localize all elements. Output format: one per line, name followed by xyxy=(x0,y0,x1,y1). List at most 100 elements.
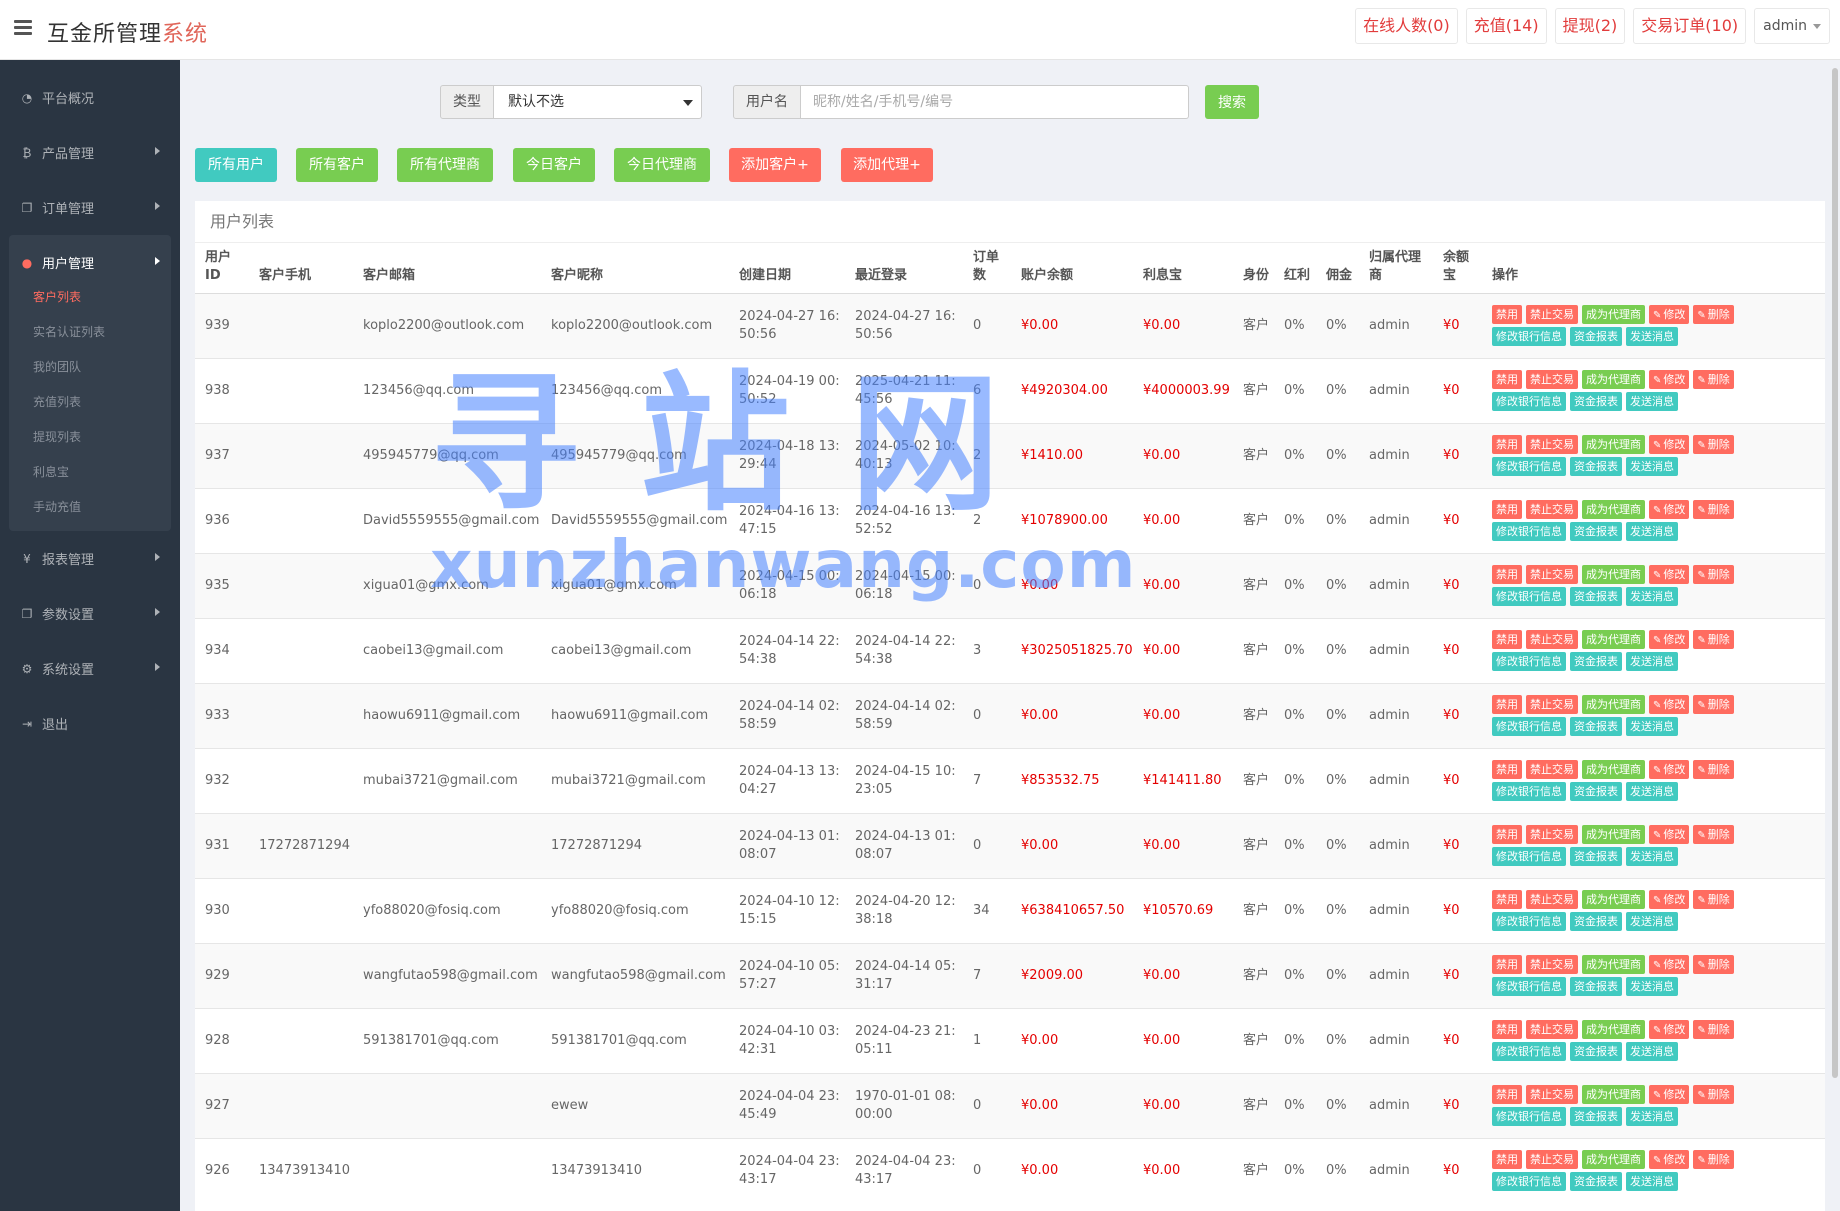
fund-report-button[interactable]: 资金报表 xyxy=(1570,522,1622,541)
disable-button[interactable]: 禁用 xyxy=(1492,955,1522,974)
disable-button[interactable]: 禁用 xyxy=(1492,890,1522,909)
fund-report-button[interactable]: 资金报表 xyxy=(1570,327,1622,346)
send-message-button[interactable]: 发送消息 xyxy=(1626,717,1678,736)
delete-button[interactable]: ✎ 删除 xyxy=(1693,1085,1734,1104)
edit-button[interactable]: ✎ 修改 xyxy=(1649,695,1690,714)
scrollbar[interactable] xyxy=(1830,60,1840,1211)
make-agent-button[interactable]: 成为代理商 xyxy=(1582,760,1645,779)
edit-bank-button[interactable]: 修改银行信息 xyxy=(1492,782,1566,801)
fund-report-button[interactable]: 资金报表 xyxy=(1570,392,1622,411)
sidebar-item-realname-list[interactable]: 实名认证列表 xyxy=(9,315,171,350)
ban-trade-button[interactable]: 禁止交易 xyxy=(1526,955,1578,974)
edit-bank-button[interactable]: 修改银行信息 xyxy=(1492,1172,1566,1192)
delete-button[interactable]: ✎ 删除 xyxy=(1693,760,1734,779)
edit-button[interactable]: ✎ 修改 xyxy=(1649,500,1690,519)
all-users-button[interactable]: 所有用户 xyxy=(195,148,277,182)
make-agent-button[interactable]: 成为代理商 xyxy=(1582,1020,1645,1039)
send-message-button[interactable]: 发送消息 xyxy=(1626,327,1678,346)
fund-report-button[interactable]: 资金报表 xyxy=(1570,717,1622,736)
send-message-button[interactable]: 发送消息 xyxy=(1626,782,1678,801)
sidebar-item-manual-recharge[interactable]: 手动充值 xyxy=(9,490,171,525)
make-agent-button[interactable]: 成为代理商 xyxy=(1582,565,1645,584)
disable-button[interactable]: 禁用 xyxy=(1492,305,1522,324)
disable-button[interactable]: 禁用 xyxy=(1492,435,1522,454)
ban-trade-button[interactable]: 禁止交易 xyxy=(1526,435,1578,454)
nav-params[interactable]: ❐ 参数设置 xyxy=(0,586,180,641)
delete-button[interactable]: ✎ 删除 xyxy=(1693,955,1734,974)
edit-button[interactable]: ✎ 修改 xyxy=(1649,955,1690,974)
ban-trade-button[interactable]: 禁止交易 xyxy=(1526,760,1578,779)
make-agent-button[interactable]: 成为代理商 xyxy=(1582,1150,1645,1170)
edit-bank-button[interactable]: 修改银行信息 xyxy=(1492,652,1566,671)
fund-report-button[interactable]: 资金报表 xyxy=(1570,652,1622,671)
delete-button[interactable]: ✎ 删除 xyxy=(1693,305,1734,324)
edit-bank-button[interactable]: 修改银行信息 xyxy=(1492,847,1566,866)
delete-button[interactable]: ✎ 删除 xyxy=(1693,500,1734,519)
fund-report-button[interactable]: 资金报表 xyxy=(1570,1172,1622,1192)
delete-button[interactable]: ✎ 删除 xyxy=(1693,565,1734,584)
make-agent-button[interactable]: 成为代理商 xyxy=(1582,370,1645,389)
edit-button[interactable]: ✎ 修改 xyxy=(1649,890,1690,909)
make-agent-button[interactable]: 成为代理商 xyxy=(1582,890,1645,909)
add-agent-button[interactable]: 添加代理+ xyxy=(841,148,933,182)
delete-button[interactable]: ✎ 删除 xyxy=(1693,370,1734,389)
today-agents-button[interactable]: 今日代理商 xyxy=(614,148,710,182)
send-message-button[interactable]: 发送消息 xyxy=(1626,652,1678,671)
edit-bank-button[interactable]: 修改银行信息 xyxy=(1492,1042,1566,1061)
disable-button[interactable]: 禁用 xyxy=(1492,1020,1522,1039)
edit-button[interactable]: ✎ 修改 xyxy=(1649,370,1690,389)
send-message-button[interactable]: 发送消息 xyxy=(1626,977,1678,996)
edit-button[interactable]: ✎ 修改 xyxy=(1649,565,1690,584)
nav-users[interactable]: ● 用户管理 xyxy=(9,235,171,290)
make-agent-button[interactable]: 成为代理商 xyxy=(1582,630,1645,649)
fund-report-button[interactable]: 资金报表 xyxy=(1570,1107,1622,1126)
send-message-button[interactable]: 发送消息 xyxy=(1626,1172,1678,1192)
disable-button[interactable]: 禁用 xyxy=(1492,565,1522,584)
edit-button[interactable]: ✎ 修改 xyxy=(1649,1020,1690,1039)
ban-trade-button[interactable]: 禁止交易 xyxy=(1526,1085,1578,1104)
disable-button[interactable]: 禁用 xyxy=(1492,825,1522,844)
all-agents-button[interactable]: 所有代理商 xyxy=(397,148,493,182)
edit-button[interactable]: ✎ 修改 xyxy=(1649,825,1690,844)
ban-trade-button[interactable]: 禁止交易 xyxy=(1526,305,1578,324)
fund-report-button[interactable]: 资金报表 xyxy=(1570,782,1622,801)
sidebar-item-recharge-list[interactable]: 充值列表 xyxy=(9,385,171,420)
ban-trade-button[interactable]: 禁止交易 xyxy=(1526,1150,1578,1170)
search-button[interactable]: 搜索 xyxy=(1205,85,1259,119)
edit-button[interactable]: ✎ 修改 xyxy=(1649,760,1690,779)
disable-button[interactable]: 禁用 xyxy=(1492,1085,1522,1104)
nav-system[interactable]: ⚙ 系统设置 xyxy=(0,641,180,696)
fund-report-button[interactable]: 资金报表 xyxy=(1570,587,1622,606)
edit-button[interactable]: ✎ 修改 xyxy=(1649,305,1690,324)
edit-button[interactable]: ✎ 修改 xyxy=(1649,1085,1690,1104)
all-customers-button[interactable]: 所有客户 xyxy=(296,148,378,182)
ban-trade-button[interactable]: 禁止交易 xyxy=(1526,825,1578,844)
ban-trade-button[interactable]: 禁止交易 xyxy=(1526,890,1578,909)
make-agent-button[interactable]: 成为代理商 xyxy=(1582,500,1645,519)
disable-button[interactable]: 禁用 xyxy=(1492,1150,1522,1170)
online-users-button[interactable]: 在线人数(0) xyxy=(1355,8,1458,44)
edit-bank-button[interactable]: 修改银行信息 xyxy=(1492,522,1566,541)
nav-logout[interactable]: ⇥ 退出 xyxy=(0,696,180,751)
disable-button[interactable]: 禁用 xyxy=(1492,370,1522,389)
add-customer-button[interactable]: 添加客户+ xyxy=(729,148,821,182)
search-input[interactable] xyxy=(801,85,1189,119)
edit-button[interactable]: ✎ 修改 xyxy=(1649,630,1690,649)
edit-bank-button[interactable]: 修改银行信息 xyxy=(1492,977,1566,996)
ban-trade-button[interactable]: 禁止交易 xyxy=(1526,500,1578,519)
sidebar-item-withdraw-list[interactable]: 提现列表 xyxy=(9,420,171,455)
nav-overview[interactable]: ◔ 平台概况 xyxy=(0,70,180,125)
edit-bank-button[interactable]: 修改银行信息 xyxy=(1492,1107,1566,1126)
ban-trade-button[interactable]: 禁止交易 xyxy=(1526,695,1578,714)
delete-button[interactable]: ✎ 删除 xyxy=(1693,1150,1734,1170)
edit-button[interactable]: ✎ 修改 xyxy=(1649,1150,1690,1170)
make-agent-button[interactable]: 成为代理商 xyxy=(1582,435,1645,454)
disable-button[interactable]: 禁用 xyxy=(1492,630,1522,649)
edit-bank-button[interactable]: 修改银行信息 xyxy=(1492,457,1566,476)
send-message-button[interactable]: 发送消息 xyxy=(1626,912,1678,931)
scrollbar-thumb[interactable] xyxy=(1832,68,1838,1078)
user-menu[interactable]: admin xyxy=(1754,8,1830,44)
delete-button[interactable]: ✎ 删除 xyxy=(1693,825,1734,844)
send-message-button[interactable]: 发送消息 xyxy=(1626,392,1678,411)
recharge-button[interactable]: 充值(14) xyxy=(1465,8,1547,44)
